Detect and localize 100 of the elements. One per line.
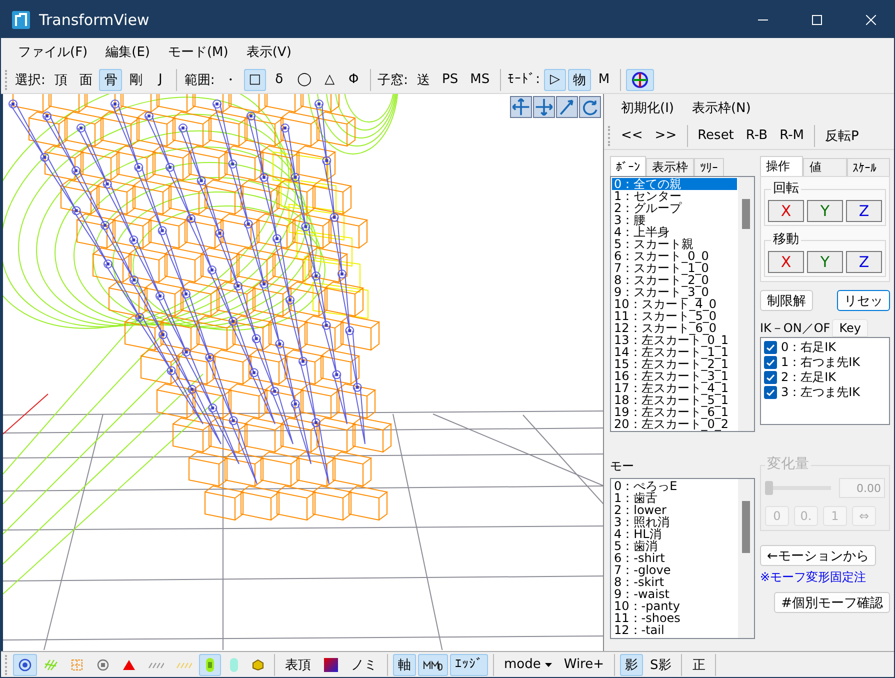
- move-arrows-icon[interactable]: [510, 96, 532, 118]
- action-button[interactable]: 制限解: [760, 290, 813, 311]
- toolbar-button[interactable]: R-B: [740, 124, 773, 146]
- list-item[interactable]: 12：スカート_6_0: [612, 322, 737, 334]
- list-item[interactable]: 8：-skirt: [612, 576, 737, 588]
- list-item[interactable]: 7：スカート_1_0: [612, 262, 737, 274]
- menu-item[interactable]: 表示枠(N): [682, 99, 760, 117]
- tab[interactable]: 値: [803, 158, 847, 176]
- toolbar-button[interactable]: >>: [650, 124, 682, 146]
- list-item[interactable]: 15：左スカート_2_1: [612, 358, 737, 370]
- toolbar-button[interactable]: Reset: [692, 124, 739, 146]
- toolbar-button[interactable]: 影: [620, 654, 644, 676]
- list-item[interactable]: 3：腰: [612, 214, 737, 226]
- axis-button[interactable]: Y: [807, 200, 843, 222]
- checkbox[interactable]: [764, 356, 777, 369]
- capsule-icon[interactable]: [199, 654, 221, 676]
- move-arrows-icon[interactable]: [533, 96, 555, 118]
- toolbar-button[interactable]: S影: [645, 654, 676, 676]
- axis-button[interactable]: X: [768, 200, 804, 222]
- list-item[interactable]: 6：-shirt: [612, 552, 737, 564]
- toolbar-button[interactable]: 軸: [393, 654, 416, 676]
- toolbar-button[interactable]: 剛: [124, 68, 148, 90]
- tab[interactable]: 操作: [760, 156, 804, 176]
- toolbar-button[interactable]: Wire+: [558, 654, 610, 676]
- key-tab[interactable]: Key: [832, 319, 868, 337]
- list-item[interactable]: 10：スカート_4_0: [612, 298, 737, 310]
- tab[interactable]: ﾎﾞｰﾝ: [610, 156, 646, 176]
- checkbox[interactable]: [764, 371, 777, 384]
- menu-item[interactable]: ファイル(F): [9, 43, 97, 61]
- menu-item[interactable]: 編集(E): [96, 43, 159, 61]
- crosshair-button[interactable]: [626, 68, 654, 90]
- list-item[interactable]: 13：左スカート_0_1: [612, 334, 737, 346]
- list-item[interactable]: 9：-waist: [612, 588, 737, 600]
- list-item[interactable]: 10：-panty: [612, 600, 737, 612]
- list-item[interactable]: 20：左スカート_0_2: [612, 418, 737, 430]
- toolbar-button[interactable]: Φ: [342, 68, 365, 90]
- list-item[interactable]: 2：lower: [612, 504, 737, 516]
- action-button[interactable]: リセッ: [837, 290, 890, 311]
- tab[interactable]: ﾂﾘｰ: [694, 158, 724, 176]
- list-item[interactable]: 1：センター: [612, 190, 737, 202]
- list-item[interactable]: 17：左スカート_4_1: [612, 382, 737, 394]
- mmd-logo-icon[interactable]: [418, 654, 448, 676]
- toolbar-button[interactable]: δ: [268, 68, 290, 90]
- toolbar-button[interactable]: ◯: [292, 68, 317, 90]
- list-item[interactable]: 5：スカート親: [612, 238, 737, 250]
- list-item[interactable]: 2：グループ: [612, 202, 737, 214]
- checkbox[interactable]: [764, 386, 777, 399]
- toolbar-button[interactable]: MS: [465, 68, 495, 90]
- list-item[interactable]: 11：スカート_5_0: [612, 310, 737, 322]
- toolbar-button[interactable]: ノミ: [346, 654, 382, 676]
- list-item[interactable]: 4：HL消: [612, 528, 737, 540]
- menu-item[interactable]: モード(M): [158, 43, 238, 61]
- toolbar-button[interactable]: J: [149, 68, 172, 90]
- toolbar-button[interactable]: R-M: [774, 124, 809, 146]
- list-item[interactable]: 5：歯消: [612, 540, 737, 552]
- list-item[interactable]: 19：左スカート_6_1: [612, 406, 737, 418]
- toolbar-button[interactable]: 送: [412, 68, 436, 90]
- toolbar-button[interactable]: 物: [568, 68, 591, 90]
- scrollbar-thumb[interactable]: [742, 199, 750, 229]
- toolbar-button[interactable]: 表頂: [280, 654, 316, 676]
- toolbar-button[interactable]: 頂: [49, 68, 72, 90]
- list-item[interactable]: 16：左スカート_3_1: [612, 370, 737, 382]
- list-item[interactable]: 6：スカート_0_0: [612, 250, 737, 262]
- toolbar-button[interactable]: 正: [687, 654, 710, 676]
- list-item[interactable]: 18：左スカート_5_1: [612, 394, 737, 406]
- toolbar-button[interactable]: △: [318, 68, 341, 90]
- toolbar-button[interactable]: □: [244, 68, 266, 90]
- toolbar-button[interactable]: 面: [74, 68, 98, 90]
- list-item[interactable]: 4：上半身: [612, 226, 737, 238]
- toolbar-button[interactable]: <<: [616, 124, 648, 146]
- checkbox[interactable]: [764, 341, 777, 354]
- axis-button[interactable]: X: [768, 251, 804, 273]
- scrollbar-thumb[interactable]: [742, 501, 750, 553]
- from-motion-button[interactable]: ←モーションから: [760, 545, 876, 566]
- list-item[interactable]: 11：-shoes: [612, 612, 737, 624]
- tab[interactable]: ｽｹｰﾙ: [846, 158, 890, 176]
- rotate-icon[interactable]: [579, 96, 601, 118]
- list-item[interactable]: 3：照れ消: [612, 516, 737, 528]
- toolbar-button[interactable]: PS: [437, 68, 464, 90]
- toolbar-button[interactable]: 骨: [99, 68, 122, 90]
- axis-button[interactable]: Z: [846, 200, 882, 222]
- morph-check-button[interactable]: #個別モーフ確認: [774, 592, 890, 613]
- toolbar-button[interactable]: ▷: [544, 68, 566, 90]
- list-item[interactable]: 1：歯舌: [612, 492, 737, 504]
- toolbar-button[interactable]: ・: [218, 68, 242, 90]
- list-item[interactable]: 7：-glove: [612, 564, 737, 576]
- list-item[interactable]: 0：全ての親: [612, 178, 737, 190]
- mode-dropdown[interactable]: mode: [499, 654, 557, 676]
- list-item[interactable]: 0：ぺろっE: [612, 480, 737, 492]
- list-item[interactable]: 9：スカート_3_0: [612, 286, 737, 298]
- toolbar-button[interactable]: 反転P: [820, 124, 864, 146]
- tab[interactable]: 表示枠: [646, 158, 694, 176]
- menu-item[interactable]: 表示(V): [237, 43, 300, 61]
- toolbar-button[interactable]: M: [592, 68, 615, 90]
- axis-button[interactable]: Y: [807, 251, 843, 273]
- list-item[interactable]: 8：スカート_2_0: [612, 274, 737, 286]
- list-item[interactable]: 14：左スカート_1_1: [612, 346, 737, 358]
- axis-button[interactable]: Z: [846, 251, 882, 273]
- menu-item[interactable]: 初期化(I): [612, 99, 683, 117]
- toolbar-button[interactable]: ｴｯｼﾞ: [450, 654, 488, 676]
